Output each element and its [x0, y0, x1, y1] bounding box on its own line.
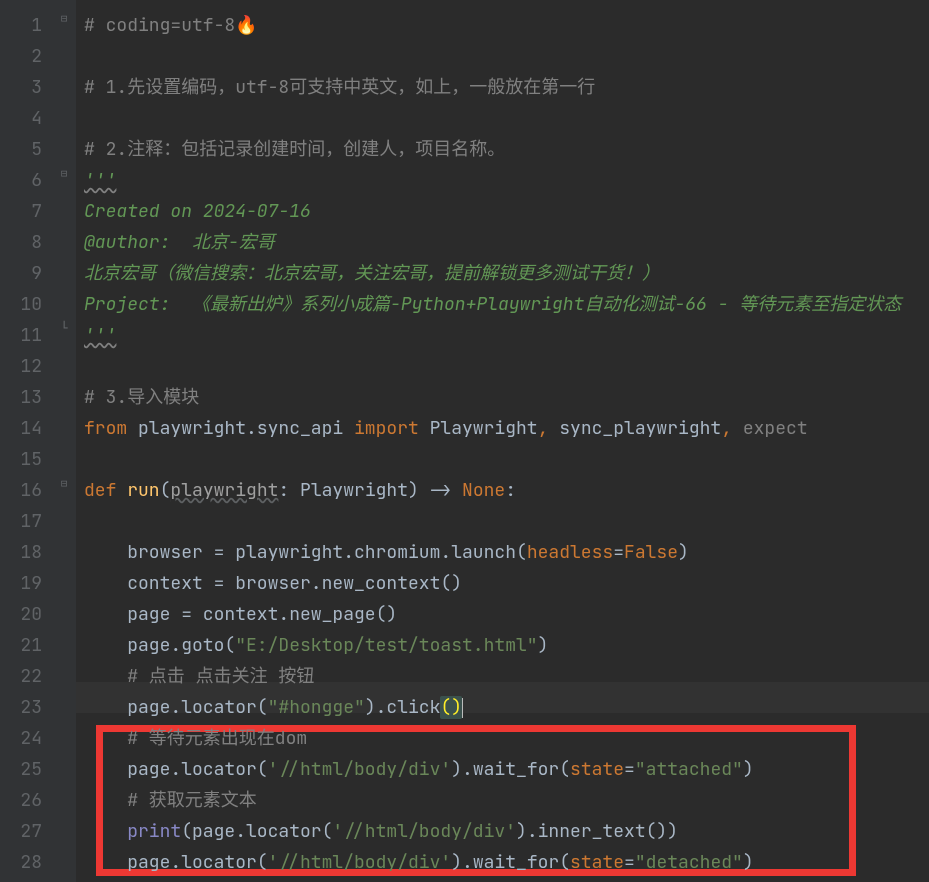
line-number: 7 [0, 196, 42, 227]
code-line[interactable]: 北京宏哥（微信搜索：北京宏哥，关注宏哥，提前解锁更多测试干货！） [84, 258, 929, 289]
code-line[interactable]: @author: 北京-宏哥 [84, 227, 929, 258]
code-line[interactable]: # 1.先设置编码，utf-8可支持中英文，如上，一般放在第一行 [84, 72, 929, 103]
fold-end-icon: └ [56, 322, 72, 338]
code-line[interactable]: # 获取元素文本 [84, 785, 929, 816]
code-line[interactable]: # 2.注释：包括记录创建时间，创建人，项目名称。 [84, 134, 929, 165]
code-line[interactable]: def run(playwright: Playwright) -> None: [84, 475, 929, 506]
code-line[interactable]: # 等待元素出现在dom [84, 723, 929, 754]
line-number: 1 [0, 10, 42, 41]
line-number: 12 [0, 351, 42, 382]
line-number: 25 [0, 754, 42, 785]
fold-marker-icon[interactable]: ⊟ [56, 167, 72, 183]
line-number: 21 [0, 630, 42, 661]
line-number: 24 [0, 723, 42, 754]
line-number: 27 [0, 816, 42, 847]
code-line[interactable]: context = browser.new_context() [84, 568, 929, 599]
fold-marker-icon[interactable]: ⊟ [56, 477, 72, 493]
line-number: 9 [0, 258, 42, 289]
line-number: 11 [0, 320, 42, 351]
line-number: 19 [0, 568, 42, 599]
code-line[interactable]: page = context.new_page() [84, 599, 929, 630]
line-number: 8 [0, 227, 42, 258]
fold-gutter: ⊟ ⊟ └ ⊟ [52, 0, 76, 882]
code-line[interactable] [84, 506, 929, 537]
code-line[interactable]: from playwright.sync_api import Playwrig… [84, 413, 929, 444]
line-number: 16 [0, 475, 42, 506]
code-line[interactable]: print(page.locator('//html/body/div').in… [84, 816, 929, 847]
line-number-gutter: 1 2 3 4 5 6 7 8 9 10 11 12 13 14 15 16 1… [0, 0, 52, 882]
code-editor[interactable]: 1 2 3 4 5 6 7 8 9 10 11 12 13 14 15 16 1… [0, 0, 929, 882]
line-number: 20 [0, 599, 42, 630]
code-line[interactable]: browser = playwright.chromium.launch(hea… [84, 537, 929, 568]
line-number: 26 [0, 785, 42, 816]
code-line[interactable]: Project: 《最新出炉》系列小成篇-Python+Playwright自动… [84, 289, 929, 320]
line-number: 15 [0, 444, 42, 475]
line-number: 3 [0, 72, 42, 103]
line-number: 22 [0, 661, 42, 692]
line-number: 4 [0, 103, 42, 134]
code-line[interactable] [84, 351, 929, 382]
code-line[interactable] [84, 103, 929, 134]
line-number: 28 [0, 847, 42, 878]
code-line[interactable]: # 3.导入模块 [84, 382, 929, 413]
code-line[interactable]: page.locator('//html/body/div').wait_for… [84, 847, 929, 878]
line-number: 23 [0, 692, 42, 723]
code-line[interactable] [84, 444, 929, 475]
fold-marker-icon[interactable]: ⊟ [56, 12, 72, 28]
fire-icon: 🔥 [235, 14, 257, 37]
code-line[interactable] [84, 41, 929, 72]
code-line[interactable]: page.goto("E:/Desktop/test/toast.html") [84, 630, 929, 661]
line-number: 14 [0, 413, 42, 444]
code-line[interactable]: page.locator('//html/body/div').wait_for… [84, 754, 929, 785]
code-line[interactable]: ''' [84, 165, 929, 196]
line-number: 10 [0, 289, 42, 320]
code-line[interactable]: ''' [84, 320, 929, 351]
code-line[interactable]: Created on 2024-07-16 [84, 196, 929, 227]
text-caret [462, 698, 463, 718]
code-line[interactable]: # coding=utf-8🔥 [84, 10, 929, 41]
line-number: 5 [0, 134, 42, 165]
line-number: 17 [0, 506, 42, 537]
line-number: 6 [0, 165, 42, 196]
line-number: 13 [0, 382, 42, 413]
line-number: 2 [0, 41, 42, 72]
line-number: 18 [0, 537, 42, 568]
code-area[interactable]: # coding=utf-8🔥 # 1.先设置编码，utf-8可支持中英文，如上… [76, 0, 929, 882]
